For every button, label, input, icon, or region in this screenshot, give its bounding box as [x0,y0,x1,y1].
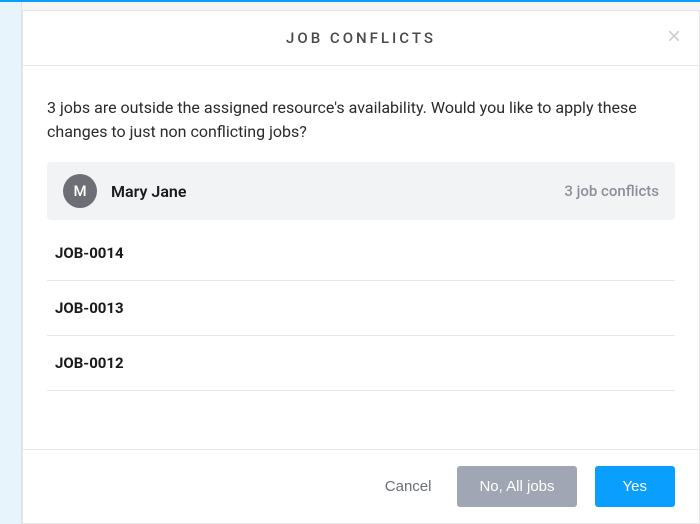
job-id: JOB-0013 [55,299,124,317]
job-id: JOB-0012 [55,354,124,372]
close-icon[interactable]: × [667,25,681,49]
conflict-count: 3 job conflicts [564,182,659,200]
resource-left: M Mary Jane [63,174,186,208]
prompt-text: 3 jobs are outside the assigned resource… [47,96,675,144]
no-all-jobs-button[interactable]: No, All jobs [457,466,576,507]
list-item: JOB-0012 [47,336,675,391]
modal-body: 3 jobs are outside the assigned resource… [23,66,699,449]
background-top-accent [0,0,700,2]
modal-footer: Cancel No, All jobs Yes [23,449,699,523]
resource-name: Mary Jane [111,182,186,201]
yes-button[interactable]: Yes [595,466,675,507]
modal-title: JOB CONFLICTS [43,29,679,47]
avatar: M [63,174,97,208]
list-item: JOB-0013 [47,281,675,336]
modal-header: JOB CONFLICTS × [23,11,699,66]
resource-row: M Mary Jane 3 job conflicts [47,162,675,220]
list-item: JOB-0014 [47,226,675,281]
job-id: JOB-0014 [55,244,124,262]
background-sidebar-strip [0,0,22,524]
cancel-button[interactable]: Cancel [377,468,440,505]
job-conflicts-modal: JOB CONFLICTS × 3 jobs are outside the a… [22,10,700,524]
